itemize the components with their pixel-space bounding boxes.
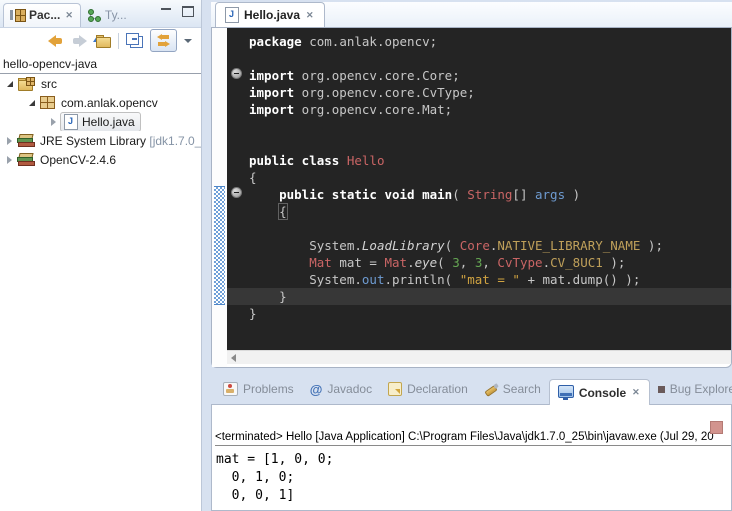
- editor-tab-strip: Hello.java ✕: [211, 2, 732, 27]
- tree-item-package[interactable]: com.anlak.opencv: [0, 93, 201, 112]
- tab-declaration[interactable]: Declaration: [380, 377, 476, 402]
- view-menu-icon[interactable]: [184, 39, 192, 43]
- source-folder-icon: [18, 77, 35, 91]
- close-icon[interactable]: ✕: [631, 387, 641, 398]
- problems-icon: [223, 382, 238, 396]
- tab-label: Console: [579, 386, 626, 400]
- tab-label: Search: [503, 382, 541, 396]
- tab-search[interactable]: Search: [476, 377, 549, 402]
- horizontal-scrollbar[interactable]: [227, 350, 731, 364]
- minimize-icon[interactable]: [161, 7, 171, 16]
- tree-item-src[interactable]: src: [0, 74, 201, 93]
- tab-javadoc[interactable]: @ Javadoc: [302, 377, 380, 402]
- tree-item-label: Hello.java: [82, 115, 135, 129]
- library-icon: [17, 134, 34, 147]
- package-icon: [40, 96, 55, 109]
- tab-bug-explorer[interactable]: Bug Explorer: [650, 377, 732, 402]
- tab-label: Javadoc: [327, 382, 372, 396]
- type-hierarchy-icon: [87, 9, 101, 22]
- annotation-ruler[interactable]: [212, 28, 227, 367]
- tab-package-explorer[interactable]: Pac... ✕: [3, 3, 81, 27]
- package-explorer-toolbar: [0, 28, 201, 53]
- tree-item-label: JRE System Library [jdk1.7.0_25]: [40, 134, 201, 148]
- tree-item-hello-java[interactable]: Hello.java: [0, 112, 201, 131]
- console-view: Problems @ Javadoc Declaration Search Co…: [211, 374, 732, 511]
- javadoc-icon: @: [310, 382, 323, 397]
- library-icon: [17, 153, 34, 166]
- tab-label: Declaration: [407, 382, 468, 396]
- tree-item-project[interactable]: hello-opencv-java: [0, 53, 201, 74]
- bottom-tab-bar: Problems @ Javadoc Declaration Search Co…: [211, 374, 732, 404]
- close-icon[interactable]: ✕: [64, 10, 74, 21]
- tab-type-hierarchy-label: Ty...: [105, 8, 127, 22]
- back-button[interactable]: [48, 35, 64, 47]
- editor-tab-hello-java[interactable]: Hello.java ✕: [215, 2, 325, 27]
- toolbar-separator: [118, 33, 119, 49]
- link-with-editor-button[interactable]: [150, 29, 177, 52]
- collapsed-arrow-icon[interactable]: [7, 156, 12, 164]
- code-editor[interactable]: package com.anlak.opencv;import org.open…: [227, 28, 731, 350]
- tree-item-label: src: [41, 77, 57, 91]
- tab-label: Bug Explorer: [670, 382, 732, 396]
- java-file-icon: [64, 114, 78, 130]
- console-icon: [558, 385, 574, 398]
- tree-item-opencv-library[interactable]: OpenCV-2.4.6: [0, 150, 201, 169]
- java-file-icon: [225, 7, 239, 23]
- tab-type-hierarchy[interactable]: Ty...: [81, 4, 133, 27]
- tab-problems[interactable]: Problems: [215, 377, 302, 402]
- fold-collapse-icon[interactable]: [231, 68, 242, 79]
- tab-package-explorer-label: Pac...: [29, 8, 60, 22]
- tree-item-label: com.anlak.opencv: [61, 96, 158, 110]
- collapse-all-button[interactable]: [130, 36, 143, 48]
- view-window-buttons: [161, 6, 194, 17]
- bug-explorer-icon: [658, 386, 665, 393]
- code-lines[interactable]: package com.anlak.opencv;import org.open…: [227, 33, 731, 322]
- tree-item-jre-library[interactable]: JRE System Library [jdk1.7.0_25]: [0, 131, 201, 150]
- console-content[interactable]: <terminated> Hello [Java Application] C:…: [211, 404, 732, 511]
- expanded-arrow-icon[interactable]: [29, 100, 35, 106]
- declaration-icon: [388, 382, 402, 396]
- close-icon[interactable]: ✕: [305, 10, 315, 21]
- console-status-line: <terminated> Hello [Java Application] C:…: [215, 431, 731, 446]
- terminate-button[interactable]: [710, 421, 723, 434]
- project-tree: hello-opencv-java src com.anlak.opencv H…: [0, 53, 201, 169]
- search-icon: [484, 383, 498, 396]
- maximize-icon[interactable]: [182, 6, 194, 17]
- forward-button[interactable]: [71, 35, 87, 47]
- collapsed-arrow-icon[interactable]: [51, 118, 56, 126]
- package-explorer-icon: [10, 9, 25, 21]
- tab-label: Problems: [243, 382, 294, 396]
- tree-item-decoration: [jdk1.7.0_25]: [149, 134, 201, 148]
- selected-tree-item[interactable]: Hello.java: [60, 112, 141, 131]
- editor-tab-label: Hello.java: [244, 8, 300, 22]
- scroll-left-arrow-icon[interactable]: [231, 354, 236, 362]
- editor-frame: package com.anlak.opencv;import org.open…: [211, 27, 732, 368]
- expanded-arrow-icon[interactable]: [7, 81, 13, 87]
- range-indicator: [214, 186, 225, 305]
- tab-console[interactable]: Console ✕: [549, 379, 650, 405]
- tree-item-label: OpenCV-2.4.6: [40, 153, 116, 167]
- up-button[interactable]: [94, 34, 111, 48]
- console-output: mat = [1, 0, 0; 0, 1, 0; 0, 0, 1]: [216, 451, 731, 505]
- package-explorer-view: Pac... ✕ Ty... hello-opencv-java: [0, 0, 202, 511]
- left-tab-bar: Pac... ✕ Ty...: [0, 0, 201, 28]
- editor-area: Hello.java ✕ package com.anlak.opencv;im…: [211, 2, 732, 368]
- collapsed-arrow-icon[interactable]: [7, 137, 12, 145]
- fold-collapse-icon[interactable]: [231, 187, 242, 198]
